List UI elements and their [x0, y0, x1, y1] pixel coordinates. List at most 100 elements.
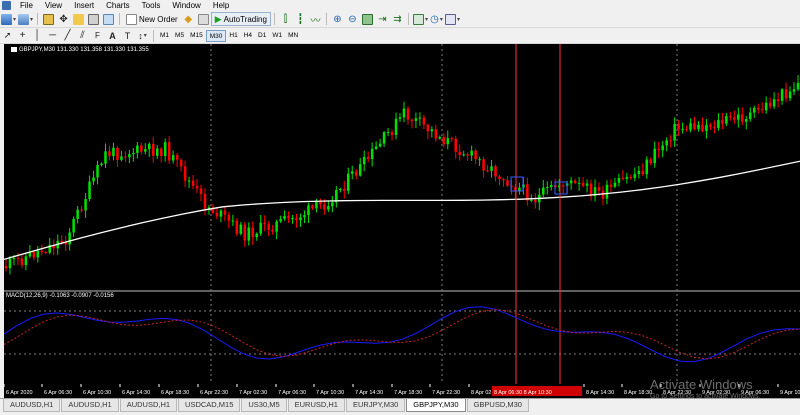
candle-body	[713, 126, 716, 128]
trendline-button[interactable]: ╱	[61, 29, 74, 42]
timeframe-m30[interactable]: M30	[205, 29, 227, 42]
candle-body	[649, 159, 653, 164]
candle-body	[685, 129, 688, 131]
auto-scroll-button[interactable]: ⇉	[391, 13, 404, 26]
candle-body	[24, 256, 28, 266]
chart-tab[interactable]: EURUSD,H1	[287, 399, 345, 412]
metaeditor-button[interactable]: ◆	[182, 13, 195, 26]
chart-tab[interactable]: US30,M5	[241, 399, 287, 412]
watermark-title: Activate Windows	[650, 377, 753, 392]
bar-chart-button[interactable]: ⫿	[279, 13, 292, 26]
moving-average-line	[4, 160, 800, 261]
indicators-button[interactable]: ▾	[412, 13, 428, 26]
periods-button[interactable]: ◷ ▾	[430, 13, 443, 26]
chart-tab[interactable]: USDCAD,M15	[178, 399, 241, 412]
candle-body	[370, 148, 374, 160]
tile-windows-button[interactable]	[361, 13, 374, 26]
price-chart[interactable]: 6 Apr 2020 6 Apr 06:30 6 Apr 10:30 6 Apr 14…	[4, 44, 800, 398]
fibonacci-button[interactable]: F	[91, 29, 104, 42]
timeframe-m15[interactable]: M15	[187, 30, 206, 42]
strategy-tester-button[interactable]	[102, 13, 115, 26]
timeframe-d1[interactable]: D1	[255, 30, 269, 42]
new-order-button[interactable]: New Order	[123, 12, 181, 26]
candle-body	[422, 117, 426, 125]
timeframe-h1[interactable]: H1	[226, 30, 240, 42]
menu-help[interactable]: Help	[207, 0, 235, 11]
candle-body	[112, 147, 115, 157]
chart-tab[interactable]: EURJPY,M30	[345, 399, 406, 412]
macd-main-line	[4, 306, 800, 363]
zoom-in-button[interactable]: ⊕	[331, 13, 344, 26]
navigator-button[interactable]	[72, 13, 85, 26]
time-label: 6 Apr 10:30	[83, 390, 111, 396]
candle-body	[426, 124, 430, 132]
watermark-subtitle: Go to Settings to activate Windows.	[650, 393, 761, 400]
chart-window[interactable]: 6 Apr 2020 6 Apr 06:30 6 Apr 10:30 6 Apr 14…	[4, 44, 800, 398]
fibonacci-icon: F	[95, 31, 100, 40]
timeframe-w1[interactable]: W1	[269, 30, 285, 42]
candle-body	[283, 215, 286, 219]
chart-shift-button[interactable]: ⇥	[376, 13, 389, 26]
candle-body	[12, 258, 16, 260]
timeframe-m5[interactable]: M5	[172, 30, 187, 42]
new-order-icon	[126, 13, 138, 25]
candle-body	[191, 180, 195, 186]
timeframe-m1[interactable]: M1	[157, 30, 172, 42]
candle-body	[72, 218, 75, 233]
candle-body	[251, 227, 255, 238]
candle-body	[36, 250, 40, 258]
candle-body	[84, 199, 87, 211]
menu-charts[interactable]: Charts	[100, 0, 136, 11]
timeframe-mn[interactable]: MN	[285, 30, 301, 42]
channel-button[interactable]: ⫽	[76, 29, 89, 42]
chart-tab[interactable]: AUDUSD,H1	[119, 399, 178, 412]
label-button[interactable]: T	[121, 29, 134, 42]
time-label: 7 Apr 18:30	[394, 390, 422, 396]
menu-insert[interactable]: Insert	[68, 0, 100, 11]
copy-button[interactable]	[197, 13, 210, 26]
candlestick-button[interactable]: ┇	[294, 13, 307, 26]
templates-button[interactable]: ▾	[444, 13, 460, 26]
candle-body	[597, 187, 601, 191]
candle-body	[147, 143, 151, 150]
candle-body	[637, 170, 641, 175]
candle-body	[545, 187, 549, 189]
menu-view[interactable]: View	[39, 0, 68, 11]
candle-body	[764, 102, 768, 111]
candle-body	[255, 233, 259, 238]
profiles-icon	[18, 13, 30, 25]
candle-body	[303, 215, 306, 218]
crosshair-button[interactable]: +	[16, 29, 29, 42]
new-chart-button[interactable]: ▾	[1, 13, 16, 26]
vertical-line-button[interactable]: │	[31, 29, 44, 42]
text-button[interactable]: A	[106, 29, 119, 42]
timeframe-h4[interactable]: H4	[241, 30, 255, 42]
market-watch-button[interactable]	[42, 13, 55, 26]
candle-body	[88, 181, 91, 200]
zoom-out-button[interactable]: ⊖	[346, 13, 359, 26]
menu-window[interactable]: Window	[166, 0, 206, 11]
chart-tab-active[interactable]: GBPJPY,M30	[406, 399, 466, 412]
time-label: 7 Apr 22:30	[432, 390, 460, 396]
menu-file[interactable]: File	[14, 0, 39, 11]
candle-body	[462, 154, 465, 156]
terminal-button[interactable]	[87, 13, 100, 26]
candle-body	[585, 183, 589, 186]
menu-tools[interactable]: Tools	[136, 0, 167, 11]
menu-bar: File View Insert Charts Tools Window Hel…	[0, 0, 800, 11]
chevron-down-icon: ▾	[13, 16, 17, 23]
chart-tab[interactable]: AUDUSD,H1	[61, 399, 119, 412]
cursor-button[interactable]: ➚	[1, 29, 14, 42]
chart-tab[interactable]: GBPUSD,M30	[466, 399, 529, 412]
profiles-button[interactable]: ▾	[18, 13, 33, 26]
horizontal-line-button[interactable]: ─	[46, 29, 59, 42]
data-window-button[interactable]: ✥	[57, 13, 70, 26]
candle-body	[669, 140, 672, 142]
candle-body	[155, 148, 159, 156]
chart-tab[interactable]: AUDUSD,H1	[3, 399, 61, 412]
line-chart-button[interactable]: 〰	[309, 13, 322, 27]
candlestick-icon: ┇	[297, 13, 304, 25]
autotrading-button[interactable]: ▶ AutoTrading	[210, 12, 271, 26]
arrows-button[interactable]: ↕ ▾	[136, 29, 149, 42]
cursor-icon: ➚	[3, 30, 12, 40]
